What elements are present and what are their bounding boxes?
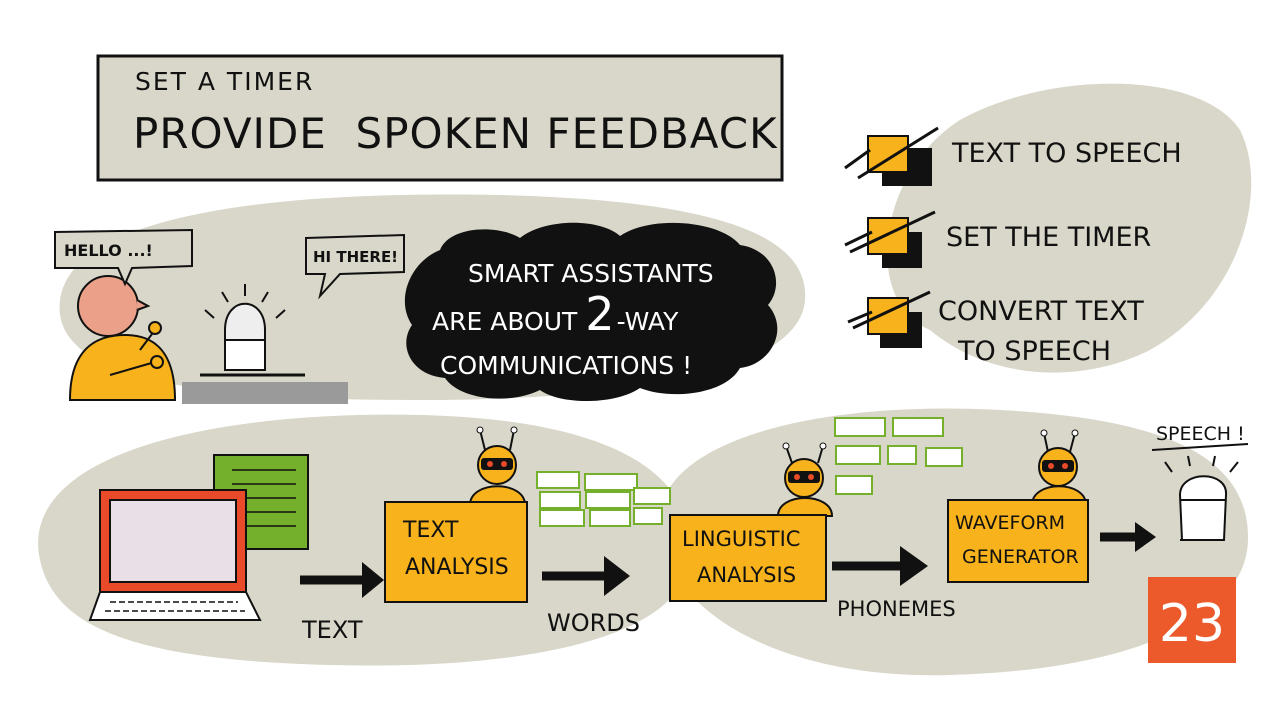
checklist-item-1-label: TEXT TO SPEECH xyxy=(951,138,1182,169)
title-main: PROVIDE SPOKEN FEEDBACK xyxy=(133,109,778,158)
text-analysis-label-2: ANALYSIS xyxy=(405,555,509,580)
label-text: TEXT xyxy=(301,616,363,644)
checklist-item-3-label-line2: TO SPEECH xyxy=(957,336,1111,367)
cloud-line-2b: 2 xyxy=(585,287,614,341)
text-analysis-box xyxy=(384,501,528,603)
label-speech: SPEECH ! xyxy=(1156,423,1245,445)
cloud-line-2c: -WAY xyxy=(617,307,680,336)
lesson-number-text: 23 xyxy=(1159,594,1225,654)
label-phonemes: PHONEMES xyxy=(837,597,956,621)
text-analysis-label-1: TEXT xyxy=(402,518,459,543)
speaker-bubble-text: HI THERE! xyxy=(313,248,398,266)
linguistic-analysis-label-2: ANALYSIS xyxy=(697,563,796,587)
cloud-line-1: SMART ASSISTANTS xyxy=(468,259,714,288)
cloud-line-2a: ARE ABOUT xyxy=(432,307,578,336)
title-subtitle: SET A TIMER xyxy=(135,67,314,96)
label-words: WORDS xyxy=(547,609,640,637)
checklist-item-2-label: SET THE TIMER xyxy=(946,222,1151,253)
checklist-item-3-label-line1: CONVERT TEXT xyxy=(938,296,1144,327)
waveform-generator-label-1: WAVEFORM xyxy=(955,512,1065,534)
cloud-line-3: COMMUNICATIONS ! xyxy=(440,351,692,380)
linguistic-analysis-label-1: LINGUISTIC xyxy=(682,527,800,551)
person-bubble-text: HELLO ...! xyxy=(64,241,153,260)
checkbox-1 xyxy=(844,126,939,186)
waveform-generator-label-2: GENERATOR xyxy=(962,546,1079,568)
sketchnote-canvas: SET A TIMER PROVIDE SPOKEN FEEDBACK TEXT… xyxy=(38,54,1252,676)
